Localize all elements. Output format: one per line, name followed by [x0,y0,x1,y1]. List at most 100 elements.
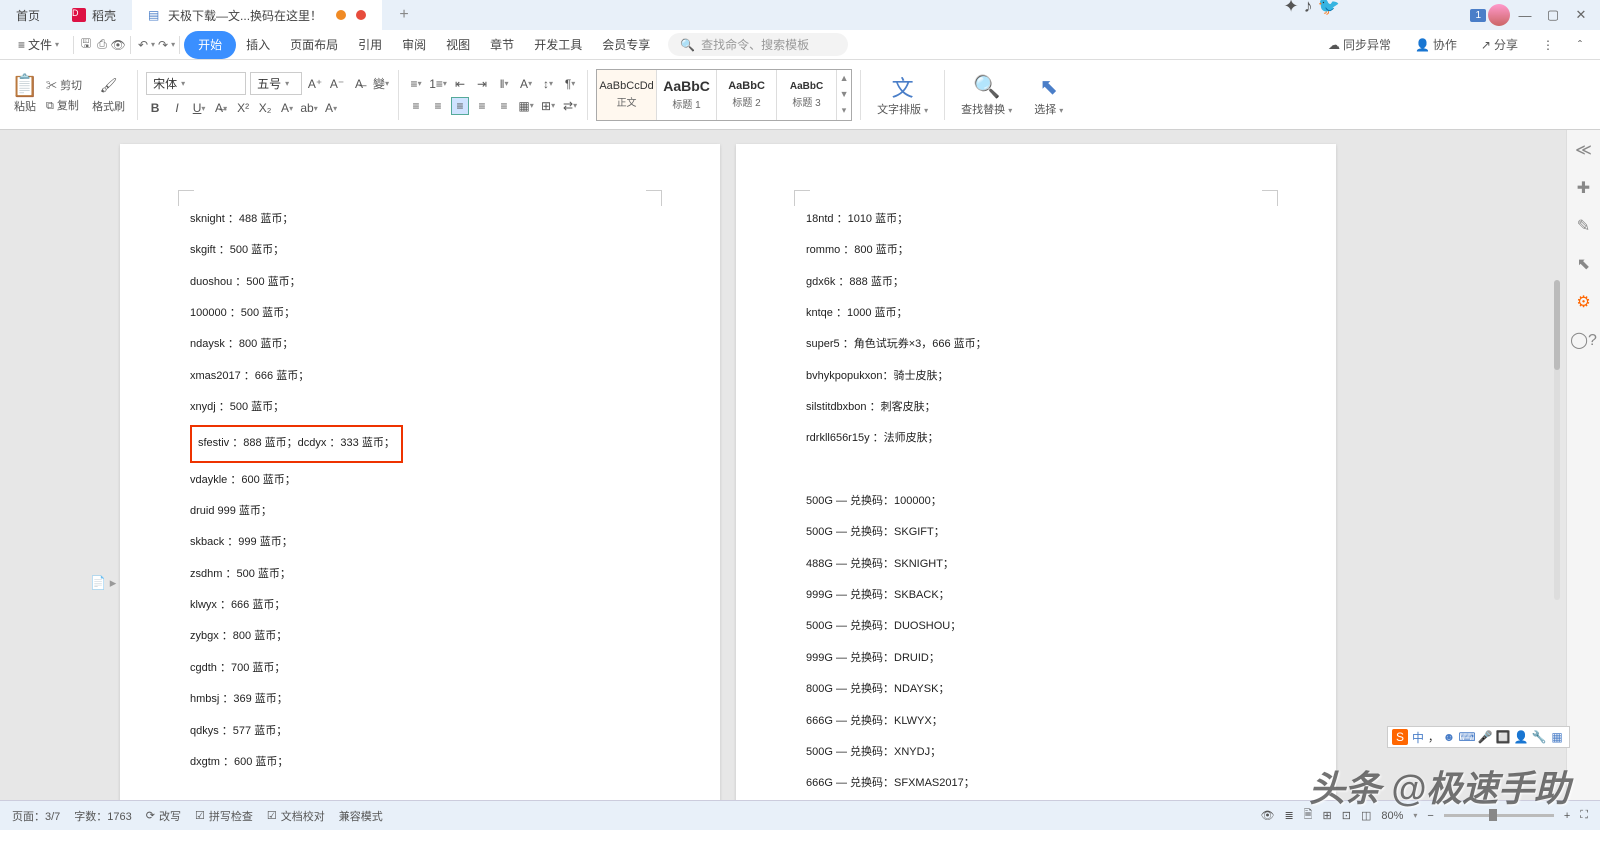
clear-format-icon[interactable]: A̶ [350,75,368,93]
side-help-icon[interactable]: ◯? [1574,330,1594,350]
align-left-icon[interactable]: ≡ [407,97,425,115]
zoom-value[interactable]: 80% [1381,810,1403,822]
collab-button[interactable]: 👤 协作 [1405,31,1467,59]
char-shade-icon[interactable]: A▾ [322,99,340,117]
zoom-slider[interactable] [1444,814,1554,817]
highlight-icon[interactable]: ab▾ [300,99,318,117]
dot-close-icon[interactable] [356,10,366,20]
bold-icon[interactable]: B [146,99,164,117]
style-next-icon[interactable]: ▼ [840,89,849,99]
minimize-button[interactable]: — [1512,2,1538,28]
textdirection-icon[interactable]: A▾ [517,75,535,93]
view-read-icon[interactable]: ≣ [1284,809,1293,822]
tabs-icon[interactable]: ⇄▾ [561,97,579,115]
menu-start[interactable]: 开始 [184,31,236,59]
zoom-in-icon[interactable]: + [1564,810,1570,822]
tab-docke[interactable]: D稻壳 [56,0,132,30]
side-collapse-icon[interactable]: ≪ [1574,140,1594,160]
sync-status[interactable]: ☁ 同步异常 [1318,31,1401,59]
sort-icon[interactable]: ↕▾ [539,75,557,93]
numbering-icon[interactable]: 1≡▾ [429,75,447,93]
tab-add-button[interactable]: + [392,3,416,27]
status-page[interactable]: 页面：3/7 [12,808,60,824]
linespacing-icon[interactable]: ‖▾ [495,75,513,93]
menu-chapter[interactable]: 章节 [480,31,524,59]
view-dual-icon[interactable]: ◫ [1361,809,1371,822]
shading-icon[interactable]: ▦▾ [517,97,535,115]
notif-badge[interactable]: 1 [1470,9,1486,22]
phonetic-icon[interactable]: 變▾ [372,75,390,93]
view-web-icon[interactable]: ⊡ [1342,809,1351,822]
format-brush-icon[interactable]: 🖌 [99,76,119,96]
menu-review[interactable]: 审阅 [392,31,436,59]
status-docproof[interactable]: ☑ 文档校对 [267,808,325,824]
status-spellcheck[interactable]: ☑ 拼写检查 [195,808,253,824]
select-button[interactable]: ⬉选择 ▾ [1026,69,1071,121]
search-input[interactable]: 🔍 查找命令、搜索模板 [668,33,848,56]
menu-member[interactable]: 会员专享 [592,31,660,59]
view-outline-icon[interactable]: ⊞ [1323,809,1332,822]
align-justify-icon[interactable]: ≡ [451,97,469,115]
maximize-button[interactable]: ▢ [1540,2,1566,28]
outdent-icon[interactable]: ⇤ [451,75,469,93]
preview-icon[interactable]: 👁 [110,37,126,53]
avatar[interactable] [1488,4,1510,26]
font-color-icon[interactable]: A▾ [278,99,296,117]
menu-view[interactable]: 视图 [436,31,480,59]
cut-button[interactable]: ✂ 剪切 [46,77,82,93]
print-icon[interactable]: ⎙ [94,37,110,53]
tab-home[interactable]: 首页 [0,0,56,30]
font-size-select[interactable]: 五号▾ [250,72,302,95]
page-left[interactable]: sknight ：488 蓝币；skgift ：500 蓝币；duoshou ：… [120,144,720,800]
superscript-icon[interactable]: X² [234,99,252,117]
style-h2[interactable]: AaBbC标题 2 [717,70,777,120]
side-assistant-icon[interactable]: ✚ [1574,178,1594,198]
redo-icon[interactable]: ↷ [155,37,171,53]
bullets-icon[interactable]: ≡▾ [407,75,425,93]
strike-icon[interactable]: A̶▾ [212,99,230,117]
pilcrow-icon[interactable]: ¶▾ [561,75,579,93]
page-right[interactable]: 18ntd ：1010 蓝币；rommo ：800 蓝币；gdx6k ：888 … [736,144,1336,800]
status-words[interactable]: 字数：1763 [74,808,131,824]
status-rewrite[interactable]: ⟳ 改写 [146,808,181,824]
style-gallery[interactable]: AaBbCcDd正文 AaBbC标题 1 AaBbC标题 2 AaBbC标题 3… [596,69,852,121]
share-button[interactable]: ↗ 分享 [1471,31,1528,59]
borders-icon[interactable]: ⊞▾ [539,97,557,115]
shrink-font-icon[interactable]: A⁻ [328,75,346,93]
style-h3[interactable]: AaBbC标题 3 [777,70,837,120]
italic-icon[interactable]: I [168,99,186,117]
status-compat[interactable]: 兼容模式 [339,808,383,824]
style-prev-icon[interactable]: ▲ [840,73,849,83]
side-cursor-icon[interactable]: ⬉ [1574,254,1594,274]
align-dist-icon[interactable]: ≡ [495,97,513,115]
fullscreen-icon[interactable]: ⛶ [1580,809,1588,822]
collapse-ribbon-icon[interactable]: ˆ [1568,31,1592,59]
copy-button[interactable]: ⧉ 复制 [46,97,82,113]
paste-icon[interactable]: 📋 [15,76,35,96]
menu-ref[interactable]: 引用 [348,31,392,59]
menu-layout[interactable]: 页面布局 [280,31,348,59]
style-body[interactable]: AaBbCcDd正文 [597,70,657,120]
typeset-button[interactable]: 文文字排版 ▾ [869,69,936,121]
page-gutter-icon[interactable]: 📄 ▸ [90,575,116,591]
tab-document[interactable]: ▤天极下载—文...换码在这里！ [132,0,382,30]
align-center-icon[interactable]: ≡ [429,97,447,115]
align-right-icon[interactable]: ≡ [473,97,491,115]
style-more-icon[interactable]: ▾ [842,105,847,116]
menu-insert[interactable]: 插入 [236,31,280,59]
menu-dev[interactable]: 开发工具 [524,31,592,59]
zoom-out-icon[interactable]: − [1427,810,1433,822]
more-menu-icon[interactable]: ⋮ [1532,31,1564,59]
font-name-select[interactable]: 宋体▾ [146,72,246,95]
find-replace-button[interactable]: 🔍查找替换 ▾ [953,69,1020,121]
underline-icon[interactable]: U▾ [190,99,208,117]
style-h1[interactable]: AaBbC标题 1 [657,70,717,120]
grow-font-icon[interactable]: A⁺ [306,75,324,93]
side-settings-icon[interactable]: ⚙ [1574,292,1594,312]
scrollbar[interactable] [1554,280,1560,600]
save-icon[interactable]: 🖫 [78,37,94,53]
scrollbar-thumb[interactable] [1554,280,1560,370]
undo-icon[interactable]: ↶ [135,37,151,53]
subscript-icon[interactable]: X₂ [256,99,274,117]
side-pen-icon[interactable]: ✎ [1574,216,1594,236]
